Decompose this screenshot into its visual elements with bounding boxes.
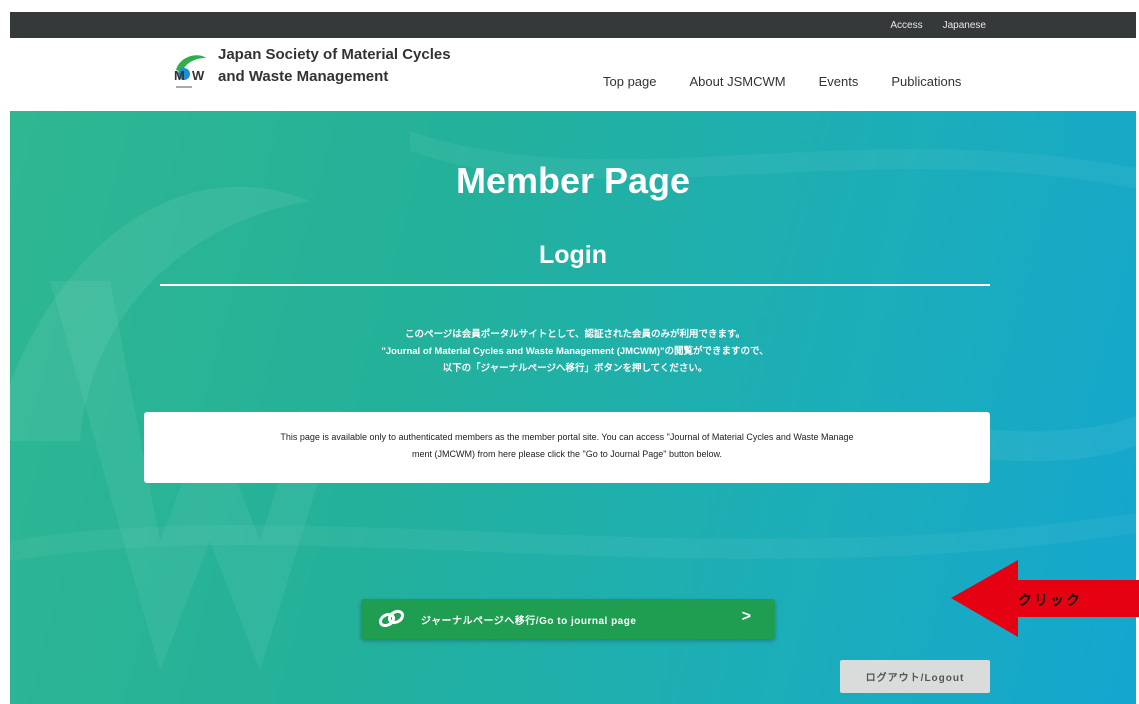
jp-line-2: "Journal of Material Cycles and Waste Ma… xyxy=(381,346,769,357)
nav-publications[interactable]: Publications xyxy=(891,74,961,89)
click-annotation-label: クリック xyxy=(1018,592,1082,608)
nav-top-page[interactable]: Top page xyxy=(603,74,657,89)
organization-name[interactable]: Japan Society of Material Cycles and Was… xyxy=(218,44,451,88)
japanese-link[interactable]: Japanese xyxy=(943,20,986,31)
go-to-journal-button[interactable]: ジャーナルページへ移行/Go to journal page > xyxy=(361,599,775,639)
jp-line-3: 以下の「ジャーナルページへ移行」ボタンを押してください。 xyxy=(442,363,708,374)
logout-button[interactable]: ログアウト/Logout xyxy=(840,660,990,693)
journal-button-label: ジャーナルページへ移行/Go to journal page xyxy=(421,616,637,627)
nav-events[interactable]: Events xyxy=(819,74,859,89)
japanese-instructions: このページは会員ポータルサイトとして、認証された会員のみが利用できます。 "Jo… xyxy=(160,326,990,377)
english-notice-box: This page is available only to authentic… xyxy=(144,412,990,483)
nav-about[interactable]: About JSMCWM xyxy=(690,74,786,89)
jp-line-1: このページは会員ポータルサイトとして、認証された会員のみが利用できます。 xyxy=(404,329,746,340)
page-title: Member Page xyxy=(455,160,691,201)
chevron-right-icon: > xyxy=(741,608,751,625)
site-header: M W Japan Society of Material Cycles and… xyxy=(10,38,1136,111)
svg-text:M: M xyxy=(174,68,185,83)
jsmcwm-logo-icon[interactable]: M W xyxy=(170,50,214,94)
utility-bar: Access Japanese xyxy=(10,12,1136,38)
notice-line-2: ment (JMCWM) from here please click the … xyxy=(411,449,723,459)
main-nav: Top page About JSMCWM Events Publication… xyxy=(603,74,961,89)
org-name-line2: and Waste Management xyxy=(218,68,389,85)
org-name-line1: Japan Society of Material Cycles xyxy=(218,46,451,63)
heading-divider xyxy=(160,284,990,286)
login-heading: Login xyxy=(538,241,608,269)
notice-line-1: This page is available only to authentic… xyxy=(280,432,854,442)
link-icon xyxy=(378,609,405,628)
svg-text:W: W xyxy=(192,68,205,83)
access-link[interactable]: Access xyxy=(890,20,922,31)
